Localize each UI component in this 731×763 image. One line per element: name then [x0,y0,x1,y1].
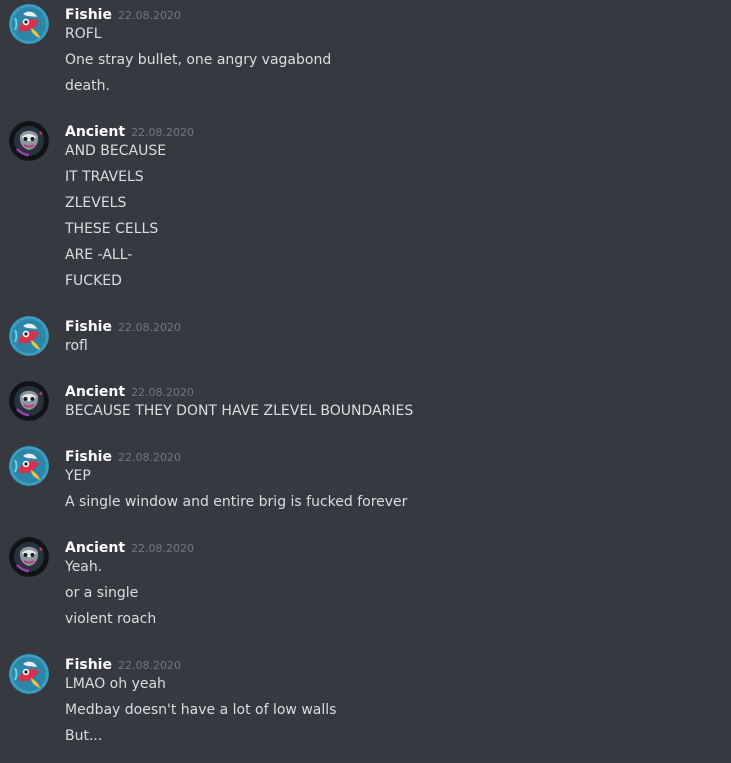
message-text: YEP [65,468,91,484]
avatar[interactable] [9,381,49,421]
message-timestamp: 22.08.2020 [117,659,181,672]
message-timestamp: 22.08.2020 [131,386,195,399]
message-text: violent roach [65,611,157,627]
ancient-avatar-icon [9,381,49,421]
ancient-avatar-icon [9,537,49,577]
message-text: THESE CELLS [65,221,159,237]
message-text: AND BECAUSE [65,143,167,159]
message-header: Fishie 22.08.2020 [65,316,181,336]
message-text: FUCKED [65,273,122,289]
message-group: Ancient 22.08.2020 AND BECAUSE IT TRAVELS ZL… [0,121,731,297]
author-name[interactable]: Fishie [65,319,112,335]
message-header: Ancient 22.08.2020 [65,121,194,141]
message-group: Fishie 22.08.2020 rofl [0,316,731,362]
author-name[interactable]: Ancient [65,384,125,400]
message-timestamp: 22.08.2020 [117,451,181,464]
fishie-avatar-icon [9,654,49,694]
author-name[interactable]: Fishie [65,7,112,23]
avatar[interactable] [9,654,49,694]
author-name[interactable]: Fishie [65,449,112,465]
message-text: rofl [65,338,88,354]
avatar[interactable] [9,316,49,356]
avatar[interactable] [9,537,49,577]
message-text: IT TRAVELS [65,169,144,185]
avatar[interactable] [9,446,49,486]
message-text: One stray bullet, one angry vagabond [65,52,332,68]
message-text: BECAUSE THEY DONT HAVE ZLEVEL BOUNDARIES [65,403,414,419]
message-timestamp: 22.08.2020 [117,9,181,22]
fishie-avatar-icon [9,316,49,356]
message-header: Fishie 22.08.2020 [65,654,181,674]
message-timestamp: 22.08.2020 [117,321,181,334]
message-text: LMAO oh yeah [65,676,166,692]
fishie-avatar-icon [9,4,49,44]
fishie-avatar-icon [9,446,49,486]
message-header: Fishie 22.08.2020 [65,446,181,466]
message-header: Ancient 22.08.2020 [65,381,194,401]
avatar[interactable] [9,121,49,161]
author-name[interactable]: Ancient [65,124,125,140]
message-group: Fishie 22.08.2020 YEP A single window and e… [0,446,731,518]
message-text: Yeah. [65,559,103,575]
message-header: Fishie 22.08.2020 [65,4,181,24]
message-text: or a single [65,585,139,601]
message-text: death. [65,78,110,94]
message-header: Ancient 22.08.2020 [65,537,194,557]
message-text: ARE -ALL- [65,247,133,263]
message-text: A single window and entire brig is fucke… [65,494,408,510]
avatar[interactable] [9,4,49,44]
message-text: Medbay doesn't have a lot of low walls [65,702,337,718]
message-text: ZLEVELS [65,195,127,211]
message-text: But... [65,728,103,744]
message-timestamp: 22.08.2020 [131,542,195,555]
author-name[interactable]: Ancient [65,540,125,556]
message-group: Fishie 22.08.2020 ROFL One stray bullet, on… [0,4,731,102]
message-group: Fishie 22.08.2020 LMAO oh yeah Medbay doesn… [0,654,731,752]
message-group: Ancient 22.08.2020 BECAUSE THEY DONT HAVE … [0,381,731,427]
message-timestamp: 22.08.2020 [131,126,195,139]
ancient-avatar-icon [9,121,49,161]
author-name[interactable]: Fishie [65,657,112,673]
message-text: ROFL [65,26,102,42]
message-group: Ancient 22.08.2020 Yeah. or a single violent… [0,537,731,635]
